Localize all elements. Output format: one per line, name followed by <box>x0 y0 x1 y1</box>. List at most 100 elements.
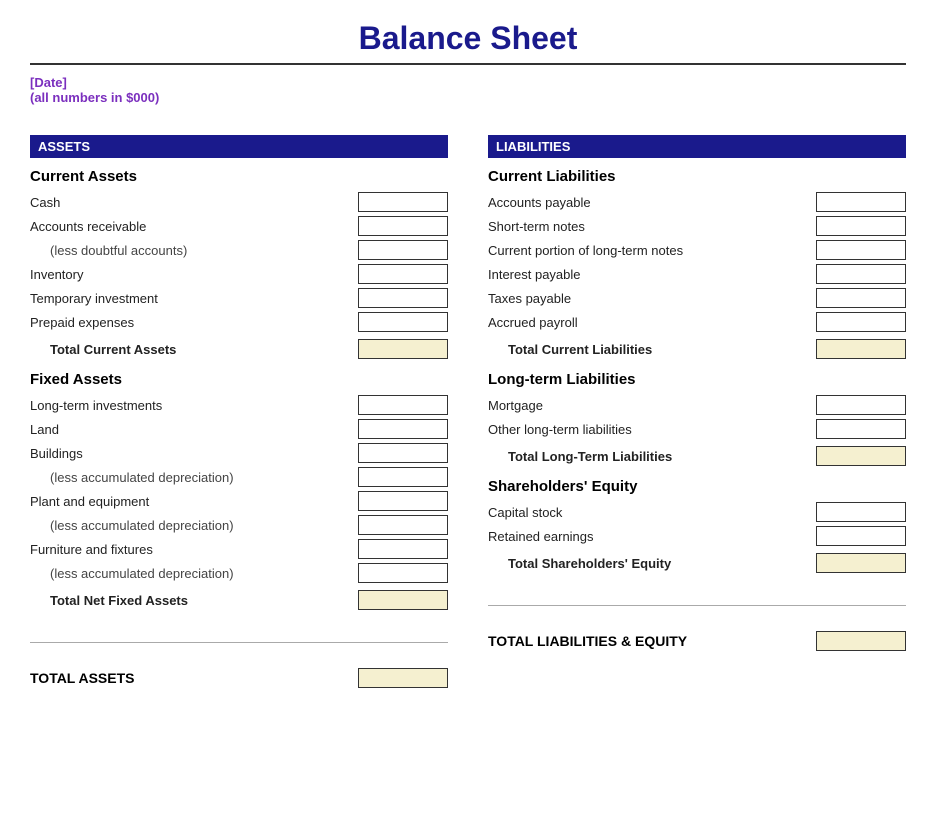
input-short-notes[interactable] <box>816 216 906 236</box>
row-inventory-label: Inventory <box>30 267 358 282</box>
row-capital-label: Capital stock <box>488 505 816 520</box>
input-total-equity[interactable] <box>816 553 906 573</box>
input-mortgage[interactable] <box>816 395 906 415</box>
input-longterm-invest[interactable] <box>358 395 448 415</box>
row-retained: Retained earnings <box>488 525 906 547</box>
total-current-liab-row: Total Current Liabilities <box>488 337 906 361</box>
input-cash[interactable] <box>358 192 448 212</box>
subtitle-block: [Date] (all numbers in $000) <box>30 75 906 105</box>
input-total-current-assets[interactable] <box>358 339 448 359</box>
input-less-doubtful[interactable] <box>358 240 448 260</box>
row-less-dep-3-label: (less accumulated depreciation) <box>30 566 358 581</box>
input-total-current-liab[interactable] <box>816 339 906 359</box>
row-furniture: Furniture and fixtures <box>30 538 448 560</box>
row-less-accum-dep-1: (less accumulated depreciation) <box>30 466 448 488</box>
liabilities-divider: TOTAL LIABILITIES & EQUITY <box>488 605 906 654</box>
row-longterm-invest: Long-term investments <box>30 394 448 416</box>
row-land: Land <box>30 418 448 440</box>
row-less-accum-dep-2: (less accumulated depreciation) <box>30 514 448 536</box>
total-lt-liab-label: Total Long-Term Liabilities <box>488 449 816 464</box>
input-taxes[interactable] <box>816 288 906 308</box>
total-current-liab-label: Total Current Liabilities <box>488 342 816 357</box>
liabilities-header: LIABILITIES <box>488 135 906 158</box>
input-ar[interactable] <box>358 216 448 236</box>
row-ar-label: Accounts receivable <box>30 219 358 234</box>
total-current-assets-row: Total Current Assets <box>30 337 448 361</box>
row-prepaid-label: Prepaid expenses <box>30 315 358 330</box>
row-retained-label: Retained earnings <box>488 529 816 544</box>
total-current-assets-label: Total Current Assets <box>30 342 358 357</box>
input-ap[interactable] <box>816 192 906 212</box>
input-less-dep-2[interactable] <box>358 515 448 535</box>
current-assets-title: Current Assets <box>30 168 448 185</box>
input-less-dep-3[interactable] <box>358 563 448 583</box>
total-lt-liab-row: Total Long-Term Liabilities <box>488 444 906 468</box>
row-accounts-payable: Accounts payable <box>488 191 906 213</box>
row-temp-invest-label: Temporary investment <box>30 291 358 306</box>
subtitle-note: (all numbers in $000) <box>30 90 906 105</box>
row-accounts-receivable: Accounts receivable <box>30 215 448 237</box>
input-capital[interactable] <box>816 502 906 522</box>
row-buildings-label: Buildings <box>30 446 358 461</box>
row-current-lt-label: Current portion of long-term notes <box>488 243 816 258</box>
input-total-lt-liab[interactable] <box>816 446 906 466</box>
row-short-notes: Short-term notes <box>488 215 906 237</box>
total-equity-label: Total Shareholders' Equity <box>488 556 816 571</box>
row-current-lt-notes: Current portion of long-term notes <box>488 239 906 261</box>
row-ap-label: Accounts payable <box>488 195 816 210</box>
row-buildings: Buildings <box>30 442 448 464</box>
input-furniture[interactable] <box>358 539 448 559</box>
liabilities-column: LIABILITIES Current Liabilities Accounts… <box>488 135 906 691</box>
row-cash: Cash <box>30 191 448 213</box>
subtitle-date: [Date] <box>30 75 906 90</box>
fixed-assets-title: Fixed Assets <box>30 371 448 388</box>
row-short-notes-label: Short-term notes <box>488 219 816 234</box>
input-other-lt[interactable] <box>816 419 906 439</box>
row-mortgage-label: Mortgage <box>488 398 816 413</box>
input-current-lt[interactable] <box>816 240 906 260</box>
row-land-label: Land <box>30 422 358 437</box>
row-taxes-payable: Taxes payable <box>488 287 906 309</box>
row-mortgage: Mortgage <box>488 394 906 416</box>
input-accrued[interactable] <box>816 312 906 332</box>
total-liab-equity-row: TOTAL LIABILITIES & EQUITY <box>488 628 906 654</box>
total-equity-row: Total Shareholders' Equity <box>488 551 906 575</box>
row-inventory: Inventory <box>30 263 448 285</box>
row-less-dep-1-label: (less accumulated depreciation) <box>30 470 358 485</box>
input-total-net-fixed[interactable] <box>358 590 448 610</box>
input-plant[interactable] <box>358 491 448 511</box>
input-less-dep-1[interactable] <box>358 467 448 487</box>
input-total-liab-equity[interactable] <box>816 631 906 651</box>
row-interest-label: Interest payable <box>488 267 816 282</box>
assets-column: ASSETS Current Assets Cash Accounts rece… <box>30 135 448 691</box>
page-title: Balance Sheet <box>30 20 906 65</box>
total-assets-row: TOTAL ASSETS <box>30 665 448 691</box>
input-total-assets[interactable] <box>358 668 448 688</box>
input-inventory[interactable] <box>358 264 448 284</box>
total-liab-equity-label: TOTAL LIABILITIES & EQUITY <box>488 633 687 649</box>
row-interest-payable: Interest payable <box>488 263 906 285</box>
input-temp-invest[interactable] <box>358 288 448 308</box>
main-grid: ASSETS Current Assets Cash Accounts rece… <box>30 135 906 691</box>
input-land[interactable] <box>358 419 448 439</box>
input-buildings[interactable] <box>358 443 448 463</box>
row-capital-stock: Capital stock <box>488 501 906 523</box>
input-prepaid[interactable] <box>358 312 448 332</box>
input-interest[interactable] <box>816 264 906 284</box>
longterm-liab-title: Long-term Liabilities <box>488 371 906 388</box>
row-less-doubtful: (less doubtful accounts) <box>30 239 448 261</box>
assets-header: ASSETS <box>30 135 448 158</box>
row-prepaid: Prepaid expenses <box>30 311 448 333</box>
input-retained[interactable] <box>816 526 906 546</box>
equity-title: Shareholders' Equity <box>488 478 906 495</box>
current-liabilities-title: Current Liabilities <box>488 168 906 185</box>
row-less-accum-dep-3: (less accumulated depreciation) <box>30 562 448 584</box>
row-accrued-payroll: Accrued payroll <box>488 311 906 333</box>
row-plant-label: Plant and equipment <box>30 494 358 509</box>
row-other-lt-label: Other long-term liabilities <box>488 422 816 437</box>
row-accrued-label: Accrued payroll <box>488 315 816 330</box>
total-net-fixed-row: Total Net Fixed Assets <box>30 588 448 612</box>
row-less-doubtful-label: (less doubtful accounts) <box>30 243 358 258</box>
row-longterm-invest-label: Long-term investments <box>30 398 358 413</box>
assets-divider: TOTAL ASSETS <box>30 642 448 691</box>
